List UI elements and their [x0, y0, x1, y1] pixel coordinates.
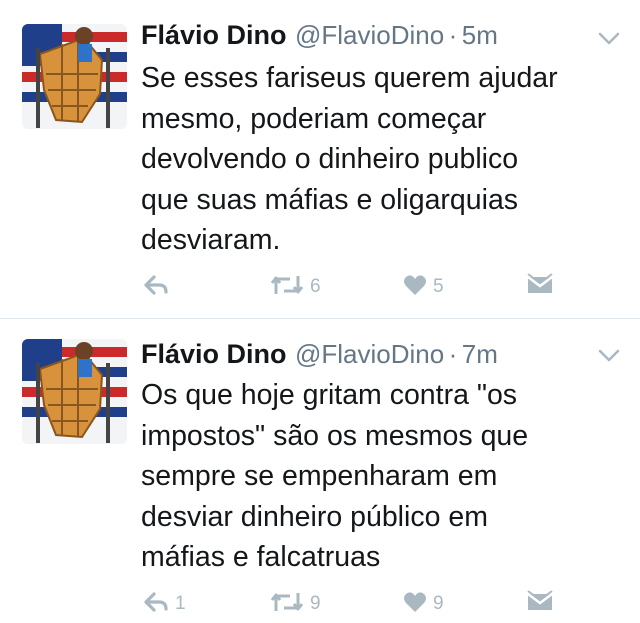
direct-message-icon: [526, 272, 554, 302]
like-icon: [403, 591, 427, 618]
timestamp[interactable]: 7m: [462, 339, 498, 369]
retweet-icon: [270, 274, 304, 301]
retweet-button[interactable]: 6: [270, 272, 321, 302]
separator-dot: ·: [448, 20, 458, 50]
author-handle[interactable]: @FlavioDino: [295, 20, 444, 50]
retweet-button[interactable]: 9: [270, 589, 321, 619]
reply-count: 1: [175, 593, 186, 614]
separator-dot: ·: [448, 339, 458, 369]
retweet-count: 6: [310, 276, 321, 297]
reply-icon: [143, 591, 169, 618]
direct-message-button[interactable]: [526, 589, 554, 619]
author-name[interactable]: Flávio Dino: [141, 339, 287, 369]
like-count: 9: [433, 593, 444, 614]
chevron-down-icon[interactable]: [598, 32, 620, 46]
like-button[interactable]: 9: [403, 589, 444, 619]
reply-button[interactable]: 1: [143, 589, 186, 619]
author-name[interactable]: Flávio Dino: [141, 20, 287, 50]
retweet-icon: [270, 591, 304, 618]
retweet-count: 9: [310, 593, 321, 614]
direct-message-button[interactable]: [526, 272, 554, 302]
reply-button[interactable]: [143, 272, 175, 302]
avatar[interactable]: [22, 24, 127, 129]
direct-message-icon: [526, 589, 554, 619]
tweet-text: Se esses fariseus querem ajudar mesmo, p…: [141, 62, 558, 256]
author-handle[interactable]: @FlavioDino: [295, 339, 444, 369]
timestamp[interactable]: 5m: [462, 20, 498, 50]
like-icon: [403, 274, 427, 301]
tweet[interactable]: Flávio Dino @FlavioDino · 7m Os que hoje…: [0, 319, 640, 623]
tweet-header: Flávio Dino @FlavioDino · 7m: [141, 339, 498, 379]
chevron-down-icon[interactable]: [598, 349, 620, 363]
tweet-header: Flávio Dino @FlavioDino · 5m: [141, 20, 498, 60]
avatar[interactable]: [22, 339, 127, 444]
reply-icon: [143, 274, 169, 301]
tweet-text: Os que hoje gritam contra "os impostos" …: [141, 379, 529, 573]
tweet-actions: 6 5: [0, 272, 640, 302]
like-count: 5: [433, 276, 444, 297]
tweet[interactable]: Flávio Dino @FlavioDino · 5m Se esses fa…: [0, 0, 640, 318]
like-button[interactable]: 5: [403, 272, 444, 302]
tweet-actions: 1 9 9: [0, 589, 640, 619]
